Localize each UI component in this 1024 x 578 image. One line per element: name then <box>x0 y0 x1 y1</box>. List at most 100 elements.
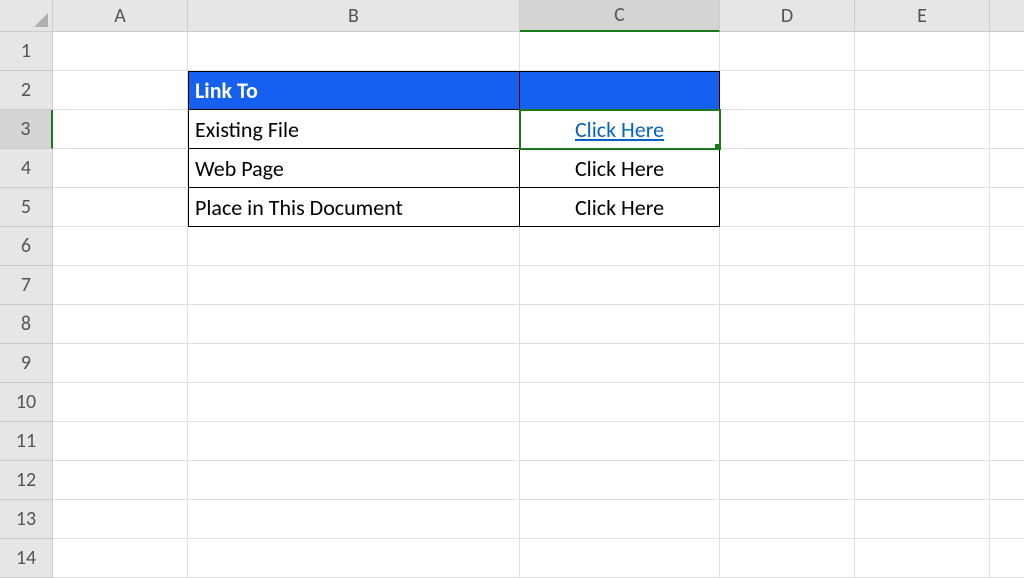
cell-D1[interactable] <box>720 32 855 71</box>
cell-C3[interactable]: Click Here <box>520 110 720 149</box>
cell-A3[interactable] <box>53 110 188 149</box>
cell-E10[interactable] <box>855 383 990 422</box>
col-header-blank[interactable] <box>990 0 1024 32</box>
cell-D3[interactable] <box>720 110 855 149</box>
row-header-1[interactable]: 1 <box>0 32 53 71</box>
cell-A1[interactable] <box>53 32 188 71</box>
select-all-corner[interactable] <box>0 0 53 32</box>
cell-F12[interactable] <box>990 461 1024 500</box>
cell-E12[interactable] <box>855 461 990 500</box>
cell-B8[interactable] <box>188 305 520 344</box>
cell-E1[interactable] <box>855 32 990 71</box>
cell-E7[interactable] <box>855 266 990 305</box>
row-header-9[interactable]: 9 <box>0 344 53 383</box>
cell-F11[interactable] <box>990 422 1024 461</box>
cell-C7[interactable] <box>520 266 720 305</box>
cell-D12[interactable] <box>720 461 855 500</box>
cell-A7[interactable] <box>53 266 188 305</box>
cell-D8[interactable] <box>720 305 855 344</box>
cell-E5[interactable] <box>855 188 990 227</box>
col-header-E[interactable]: E <box>855 0 990 32</box>
cell-E9[interactable] <box>855 344 990 383</box>
cell-B3[interactable]: Existing File <box>188 110 520 149</box>
col-header-A[interactable]: A <box>53 0 188 32</box>
cell-E2[interactable] <box>855 71 990 110</box>
row-header-7[interactable]: 7 <box>0 266 53 305</box>
hyperlink-click-here[interactable]: Click Here <box>575 116 664 143</box>
cell-C11[interactable] <box>520 422 720 461</box>
cell-F6[interactable] <box>990 227 1024 266</box>
cell-A13[interactable] <box>53 500 188 539</box>
cell-E6[interactable] <box>855 227 990 266</box>
cell-A8[interactable] <box>53 305 188 344</box>
cell-A9[interactable] <box>53 344 188 383</box>
row-header-5[interactable]: 5 <box>0 188 53 227</box>
row-header-8[interactable]: 8 <box>0 305 53 344</box>
cell-D10[interactable] <box>720 383 855 422</box>
cell-B12[interactable] <box>188 461 520 500</box>
cell-B4[interactable]: Web Page <box>188 149 520 188</box>
col-header-C[interactable]: C <box>520 0 720 32</box>
row-header-13[interactable]: 13 <box>0 500 53 539</box>
cell-F14[interactable] <box>990 539 1024 578</box>
cell-D11[interactable] <box>720 422 855 461</box>
cell-C4[interactable]: Click Here <box>520 149 720 188</box>
cell-A5[interactable] <box>53 188 188 227</box>
row-header-14[interactable]: 14 <box>0 539 53 578</box>
cell-F13[interactable] <box>990 500 1024 539</box>
cell-A4[interactable] <box>53 149 188 188</box>
cell-D4[interactable] <box>720 149 855 188</box>
cell-C1[interactable] <box>520 32 720 71</box>
cell-F5[interactable] <box>990 188 1024 227</box>
cell-D5[interactable] <box>720 188 855 227</box>
row-header-6[interactable]: 6 <box>0 227 53 266</box>
cell-F4[interactable] <box>990 149 1024 188</box>
cell-E8[interactable] <box>855 305 990 344</box>
cell-C13[interactable] <box>520 500 720 539</box>
cell-D7[interactable] <box>720 266 855 305</box>
cell-F1[interactable] <box>990 32 1024 71</box>
cell-F3[interactable] <box>990 110 1024 149</box>
cell-B10[interactable] <box>188 383 520 422</box>
row-header-3[interactable]: 3 <box>0 110 53 149</box>
cell-D13[interactable] <box>720 500 855 539</box>
cell-B9[interactable] <box>188 344 520 383</box>
cell-C8[interactable] <box>520 305 720 344</box>
row-header-2[interactable]: 2 <box>0 71 53 110</box>
cell-C12[interactable] <box>520 461 720 500</box>
cell-A6[interactable] <box>53 227 188 266</box>
cell-C2[interactable] <box>520 71 720 110</box>
cell-A2[interactable] <box>53 71 188 110</box>
row-header-12[interactable]: 12 <box>0 461 53 500</box>
row-header-11[interactable]: 11 <box>0 422 53 461</box>
cell-C6[interactable] <box>520 227 720 266</box>
cell-B11[interactable] <box>188 422 520 461</box>
cell-E14[interactable] <box>855 539 990 578</box>
cell-B5[interactable]: Place in This Document <box>188 188 520 227</box>
cell-E3[interactable] <box>855 110 990 149</box>
cell-C14[interactable] <box>520 539 720 578</box>
cell-A10[interactable] <box>53 383 188 422</box>
cell-B1[interactable] <box>188 32 520 71</box>
cell-A14[interactable] <box>53 539 188 578</box>
cell-D6[interactable] <box>720 227 855 266</box>
cell-C5[interactable]: Click Here <box>520 188 720 227</box>
cell-C10[interactable] <box>520 383 720 422</box>
cell-E11[interactable] <box>855 422 990 461</box>
cell-F9[interactable] <box>990 344 1024 383</box>
row-header-10[interactable]: 10 <box>0 383 53 422</box>
cell-F2[interactable] <box>990 71 1024 110</box>
cell-F10[interactable] <box>990 383 1024 422</box>
col-header-D[interactable]: D <box>720 0 855 32</box>
cell-B2[interactable]: Link To <box>188 71 520 110</box>
row-header-4[interactable]: 4 <box>0 149 53 188</box>
cell-F8[interactable] <box>990 305 1024 344</box>
cell-D2[interactable] <box>720 71 855 110</box>
cell-F7[interactable] <box>990 266 1024 305</box>
cell-C9[interactable] <box>520 344 720 383</box>
cell-D14[interactable] <box>720 539 855 578</box>
cell-A12[interactable] <box>53 461 188 500</box>
cell-B6[interactable] <box>188 227 520 266</box>
cell-E13[interactable] <box>855 500 990 539</box>
cell-A11[interactable] <box>53 422 188 461</box>
